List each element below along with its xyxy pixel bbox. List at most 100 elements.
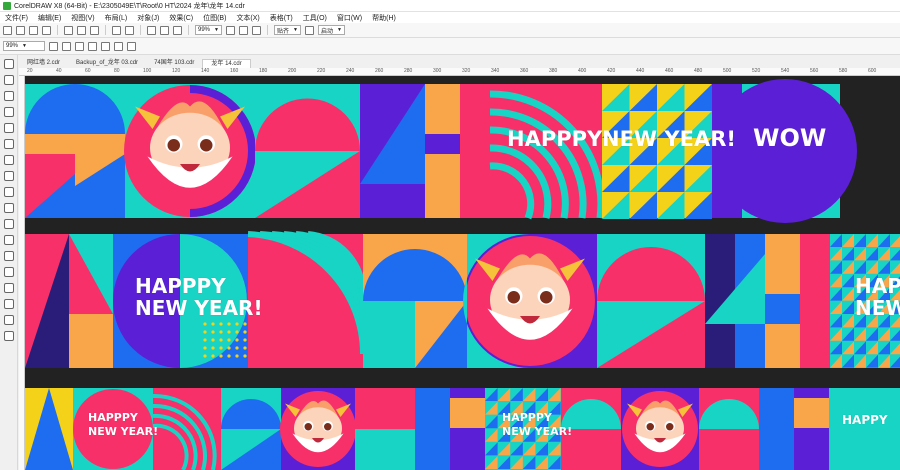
menu-item[interactable]: 窗口(W): [337, 13, 362, 23]
menu-item[interactable]: 对象(J): [137, 13, 159, 23]
show-grid-icon[interactable]: [251, 25, 261, 35]
row1-p4-orange: [425, 84, 460, 134]
document-tab[interactable]: 74国年 103.cdr: [146, 59, 202, 68]
eyedropper-icon[interactable]: [3, 283, 14, 293]
crop-tool-icon[interactable]: [3, 91, 14, 101]
redo-icon[interactable]: [125, 25, 134, 35]
menu-item[interactable]: 布局(L): [105, 13, 128, 23]
row1-happpy-text[interactable]: HAPPPY: [507, 128, 602, 150]
zoom-in-icon[interactable]: [49, 41, 58, 51]
parallel-dimension-icon[interactable]: [3, 219, 14, 229]
ruler-tick-label: 200: [288, 68, 297, 74]
zoom-selected-icon[interactable]: [75, 41, 84, 51]
zoom-tool-icon[interactable]: [3, 107, 14, 117]
row2-p7-orange2: [765, 324, 800, 368]
dragon-pupil: [646, 423, 654, 431]
drop-shadow-icon[interactable]: [3, 251, 14, 261]
separator: [140, 25, 141, 35]
show-rulers-icon[interactable]: [238, 25, 248, 35]
horizontal-ruler[interactable]: 20 40 60 80 100 120 140 160 180 200 220 240 260 280 30…: [19, 68, 900, 76]
save-icon[interactable]: [29, 25, 38, 35]
row2-dot: [219, 354, 223, 358]
artistic-media-icon[interactable]: [3, 139, 14, 149]
launch-label: 启动: [320, 28, 333, 35]
menu-item[interactable]: 位图(B): [203, 13, 226, 23]
undo-icon[interactable]: [112, 25, 121, 35]
row2-right-new-text[interactable]: NEW: [855, 298, 900, 319]
ruler-tick-label: 280: [404, 68, 413, 74]
dragon-pupil: [304, 423, 312, 431]
row3-panel: [829, 388, 900, 470]
export-icon[interactable]: [160, 25, 169, 35]
launch-select[interactable]: 启动 ▼: [317, 25, 345, 35]
zoom-page-height-icon[interactable]: [127, 41, 136, 51]
connector-tool-icon[interactable]: [3, 235, 14, 245]
print-icon[interactable]: [42, 25, 51, 35]
toolbox: [0, 55, 18, 470]
row2-right-happpy-text[interactable]: HAPPPY: [855, 276, 900, 297]
dragon-pupil: [200, 139, 213, 152]
ruler-tick-label: 160: [230, 68, 239, 74]
menu-item[interactable]: 表格(T): [270, 13, 293, 23]
zoom-out-icon[interactable]: [62, 41, 71, 51]
pick-tool-icon[interactable]: [3, 59, 14, 69]
menu-item[interactable]: 帮助(H): [372, 13, 396, 23]
menu-item[interactable]: 视图(V): [71, 13, 94, 23]
zoom-page-width-icon[interactable]: [114, 41, 123, 51]
add-tool-icon[interactable]: [3, 331, 14, 341]
zoom-level-value: 99%: [198, 27, 211, 33]
row3-mid-happpy-text[interactable]: HAPPPY: [502, 412, 552, 424]
document-tab[interactable]: 网红墙 2.cdr: [19, 59, 68, 68]
freehand-tool-icon[interactable]: [3, 123, 14, 133]
ellipse-tool-icon[interactable]: [3, 171, 14, 181]
snap-to-select[interactable]: 贴齐 ▼: [273, 25, 301, 35]
cut-icon[interactable]: [64, 25, 73, 35]
menu-item[interactable]: 文本(X): [236, 13, 259, 23]
zoom-levels-select[interactable]: 99% ▼: [3, 41, 45, 51]
shape-tool-icon[interactable]: [3, 75, 14, 85]
menu-item[interactable]: 效果(C): [169, 13, 193, 23]
row3-blue: [415, 388, 450, 470]
ruler-tick-label: 80: [114, 68, 120, 74]
open-icon[interactable]: [16, 25, 25, 35]
ruler-tick-label: 600: [868, 68, 877, 74]
document-tab[interactable]: Backup_of_龙年 03.cdr: [68, 59, 146, 68]
row2-happpy-text[interactable]: HAPPPY: [135, 276, 226, 297]
copy-icon[interactable]: [77, 25, 86, 35]
row2-dot: [219, 346, 223, 350]
zoom-page-icon[interactable]: [101, 41, 110, 51]
ruler-tick-label: 100: [143, 68, 152, 74]
text-tool-icon[interactable]: [3, 203, 14, 213]
document-tab[interactable]: 龙年 14.cdr: [202, 59, 251, 68]
publish-pdf-icon[interactable]: [173, 25, 182, 35]
row3-mid-new-year-text[interactable]: NEW YEAR!: [502, 426, 572, 438]
ruler-tick-label: 180: [259, 68, 268, 74]
transparency-tool-icon[interactable]: [3, 267, 14, 277]
drawing-canvas[interactable]: HAPPPY NEW YEAR! WOW HAPPPY NEW YEAR! HA…: [25, 76, 900, 470]
full-screen-icon[interactable]: [225, 25, 235, 35]
row1-new-year-text[interactable]: NEW YEAR!: [602, 128, 736, 150]
title-bar: CorelDRAW X8 (64-Bit) - E:\2305049E\T\Ro…: [0, 0, 900, 12]
options-gear-icon[interactable]: [304, 25, 314, 35]
zoom-level-select[interactable]: 99% ▼: [195, 25, 222, 35]
row3-right-happy-text[interactable]: HAPPY: [842, 414, 888, 427]
smart-fill-icon[interactable]: [3, 315, 14, 325]
menu-item[interactable]: 编辑(E): [38, 13, 61, 23]
rectangle-tool-icon[interactable]: [3, 155, 14, 165]
zoom-all-objects-icon[interactable]: [88, 41, 97, 51]
new-document-icon[interactable]: [3, 25, 12, 35]
paste-icon[interactable]: [90, 25, 99, 35]
menu-item[interactable]: 工具(O): [303, 13, 327, 23]
row3-blue2: [759, 388, 794, 470]
import-icon[interactable]: [147, 25, 156, 35]
row3-happpy-text[interactable]: HAPPPY: [88, 412, 138, 424]
polygon-tool-icon[interactable]: [3, 187, 14, 197]
interactive-fill-icon[interactable]: [3, 299, 14, 309]
chevron-down-icon: ▼: [214, 27, 219, 33]
row2-new-year-text[interactable]: NEW YEAR!: [135, 298, 263, 319]
row1-wow-text[interactable]: WOW: [753, 125, 826, 151]
row3-cyan: [355, 429, 415, 470]
row2-dot: [243, 354, 247, 358]
menu-item[interactable]: 文件(F): [5, 13, 28, 23]
row3-new-year-text[interactable]: NEW YEAR!: [88, 426, 158, 438]
